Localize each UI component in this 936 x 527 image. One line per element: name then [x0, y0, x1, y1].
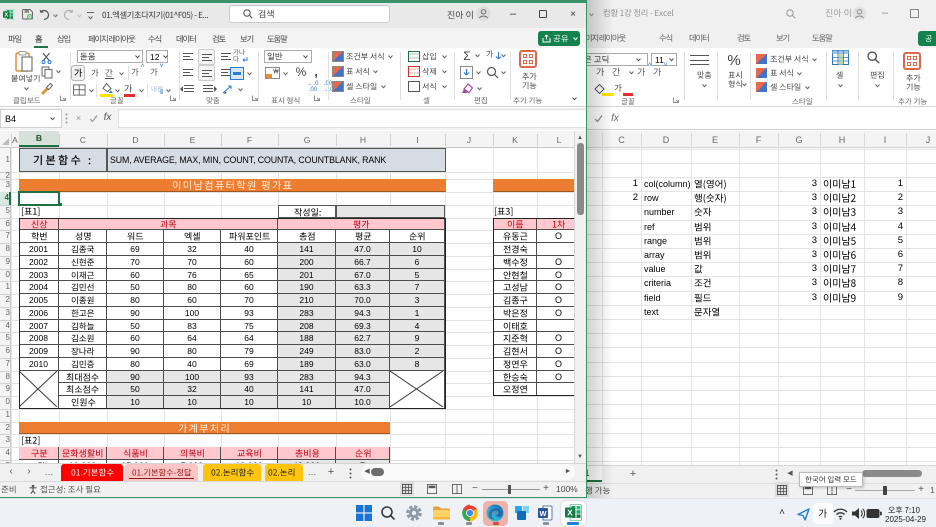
svg-text:W: W [539, 509, 547, 518]
svg-text:X: X [4, 13, 8, 19]
svg-text:X: X [567, 508, 573, 518]
